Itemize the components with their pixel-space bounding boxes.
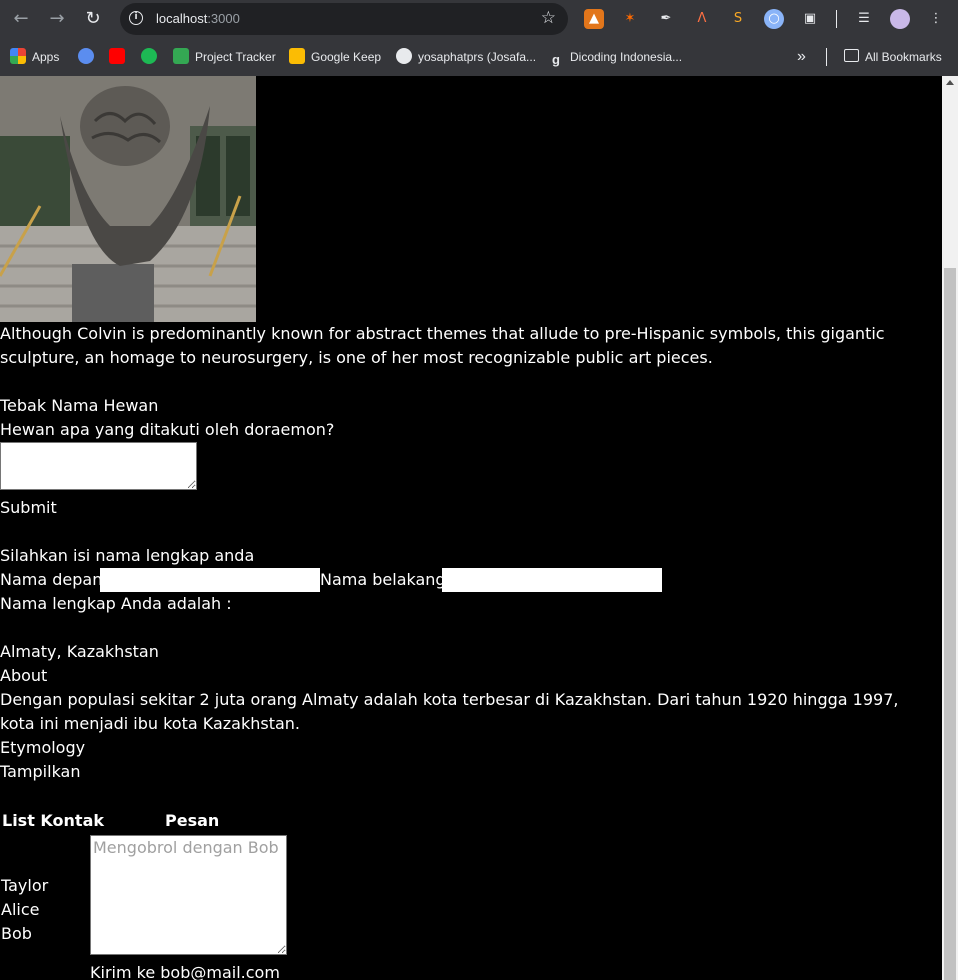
brain-hands-sculpture-image bbox=[0, 76, 256, 322]
bookmark-spotify[interactable] bbox=[141, 47, 163, 67]
spark-extension-icon[interactable]: ✶ bbox=[620, 9, 640, 29]
name-form-prompt: Silahkan isi nama lengkap anda bbox=[0, 546, 255, 565]
project-tracker-icon bbox=[173, 48, 189, 64]
quiz-title: Tebak Nama Hewan bbox=[0, 396, 159, 415]
apps-grid-icon bbox=[10, 48, 26, 64]
google-photos-icon bbox=[78, 48, 94, 64]
all-bookmarks-label: All Bookmarks bbox=[865, 50, 942, 64]
bookmark-label: Project Tracker bbox=[195, 50, 276, 64]
scrollbar-thumb[interactable] bbox=[944, 268, 956, 980]
bookmark-github[interactable]: yosaphatprs (Josafa... bbox=[396, 47, 536, 67]
bookmark-label: Apps bbox=[32, 50, 60, 64]
about-text: Dengan populasi sekitar 2 juta orang Alm… bbox=[0, 690, 899, 733]
url-port: :3000 bbox=[207, 11, 240, 26]
bookmarks-bar: Apps Project Tracker Google Keep yosapha… bbox=[0, 38, 958, 76]
toolbar-divider bbox=[836, 10, 837, 28]
bookmark-label: Dicoding Indonesia... bbox=[570, 50, 683, 64]
s-extension-icon[interactable]: S bbox=[728, 9, 748, 29]
bookmark-youtube[interactable] bbox=[109, 47, 131, 67]
url-host: localhost bbox=[156, 11, 208, 26]
bookmarks-overflow-chevron-icon[interactable]: » bbox=[797, 47, 806, 67]
address-url[interactable]: localhost:3000 bbox=[156, 11, 240, 26]
full-name-result: Nama lengkap Anda adalah : bbox=[0, 594, 232, 613]
contacts-header: List Kontak bbox=[2, 811, 105, 830]
forward-arrow-icon[interactable]: → bbox=[45, 7, 69, 31]
extensions-puzzle-icon[interactable]: ▣ bbox=[800, 9, 820, 29]
bookmarks-divider bbox=[826, 48, 827, 66]
city-title: Almaty, Kazakhstan bbox=[0, 642, 159, 661]
bookmark-label: Google Keep bbox=[311, 50, 382, 64]
contact-alice[interactable]: Alice bbox=[1, 898, 39, 922]
about-tab[interactable]: About bbox=[0, 664, 47, 688]
first-name-label: Nama depan: bbox=[0, 570, 108, 589]
show-button[interactable]: Tampilkan bbox=[0, 760, 81, 784]
site-info-icon[interactable]: i bbox=[129, 11, 143, 25]
contact-taylor[interactable]: Taylor bbox=[1, 874, 48, 898]
bookmark-dicoding[interactable]: g Dicoding Indonesia... bbox=[548, 47, 682, 67]
spotify-icon bbox=[141, 48, 157, 64]
search-extension-icon[interactable]: ○ bbox=[764, 9, 784, 29]
bookmark-label: yosaphatprs (Josafa... bbox=[418, 50, 537, 64]
address-bar[interactable]: i localhost:3000 ☆ bbox=[120, 3, 568, 35]
contact-bob[interactable]: Bob bbox=[1, 922, 32, 946]
quiz-answer-textarea[interactable] bbox=[0, 442, 197, 490]
message-header: Pesan bbox=[165, 811, 220, 830]
all-bookmarks[interactable]: All Bookmarks bbox=[844, 47, 942, 67]
page-viewport: Although Colvin is predominantly known f… bbox=[0, 76, 942, 980]
notion-extension-icon[interactable]: Λ bbox=[692, 9, 712, 29]
first-name-input[interactable] bbox=[100, 568, 320, 592]
quiz-question: Hewan apa yang ditakuti oleh doraemon? bbox=[0, 420, 335, 439]
browser-toolbar: ← → ↻ i localhost:3000 ☆ ▲ ✶ ✒ Λ S ○ ▣ ☰… bbox=[0, 0, 958, 38]
bookmark-star-icon[interactable]: ☆ bbox=[541, 8, 556, 28]
send-button[interactable]: Kirim ke bob@mail.com bbox=[90, 961, 280, 980]
last-name-input[interactable] bbox=[442, 568, 662, 592]
scroll-up-arrow-icon[interactable] bbox=[946, 80, 954, 85]
sculpture-photo bbox=[0, 76, 256, 322]
chat-message-textarea[interactable] bbox=[90, 835, 287, 955]
browser-chrome: ← → ↻ i localhost:3000 ☆ ▲ ✶ ✒ Λ S ○ ▣ ☰… bbox=[0, 0, 958, 76]
submit-button[interactable]: Submit bbox=[0, 496, 57, 520]
dicoding-icon: g bbox=[552, 52, 560, 67]
bookmark-google-keep[interactable]: Google Keep bbox=[289, 47, 381, 67]
color-picker-extension-icon[interactable]: ✒ bbox=[656, 9, 676, 29]
sculpture-caption: Although Colvin is predominantly known f… bbox=[0, 324, 885, 367]
menu-kebab-icon[interactable]: ⋮ bbox=[926, 9, 946, 29]
bookmark-project-tracker[interactable]: Project Tracker bbox=[173, 47, 276, 67]
bookmark-apps[interactable]: Apps bbox=[10, 47, 59, 67]
metamask-extension-icon[interactable]: ▲ bbox=[584, 9, 604, 29]
reload-icon[interactable]: ↻ bbox=[81, 7, 105, 31]
youtube-icon bbox=[109, 48, 125, 64]
profile-avatar[interactable] bbox=[890, 9, 910, 29]
reading-list-icon[interactable]: ☰ bbox=[854, 9, 874, 29]
google-keep-icon bbox=[289, 48, 305, 64]
etymology-tab[interactable]: Etymology bbox=[0, 736, 85, 760]
last-name-label: Nama belakang: bbox=[320, 570, 451, 589]
bookmark-google-photos[interactable] bbox=[78, 47, 100, 67]
back-arrow-icon[interactable]: ← bbox=[9, 7, 33, 31]
folder-icon bbox=[844, 49, 859, 62]
github-icon bbox=[396, 48, 412, 64]
page-scrollbar[interactable] bbox=[942, 76, 958, 980]
